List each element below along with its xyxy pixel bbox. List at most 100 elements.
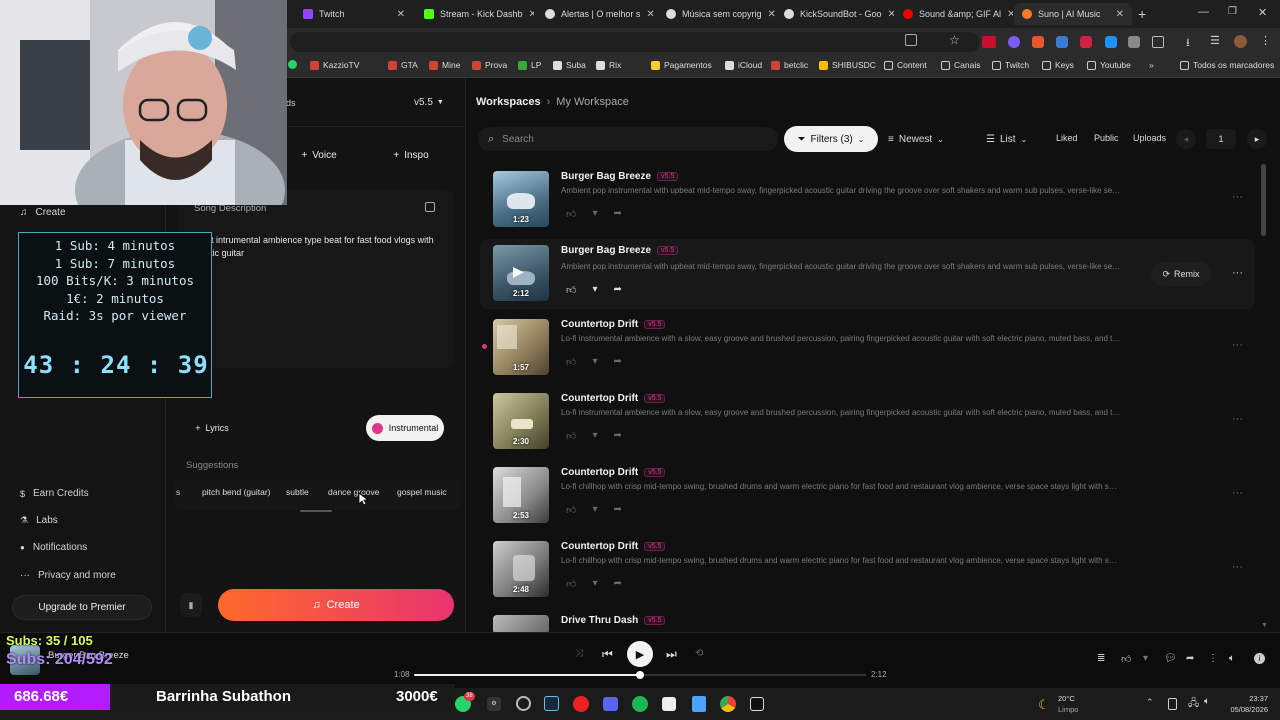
song-row[interactable]: 1:57 Countertop Drift v5.5 Lo-fi instrume… xyxy=(480,317,1255,387)
more-options-icon[interactable]: ··· xyxy=(1232,487,1243,499)
song-title[interactable]: Burger Bag Breeze xyxy=(561,171,651,182)
song-title[interactable]: Countertop Drift xyxy=(561,467,638,478)
prev-page-icon[interactable]: ◂ xyxy=(1176,129,1196,149)
song-thumbnail[interactable]: 2:53 xyxy=(493,467,549,523)
dislike-icon[interactable]: ▾ xyxy=(1143,653,1148,664)
app-icon[interactable] xyxy=(516,696,531,711)
comment-icon[interactable]: 💬︎ xyxy=(1164,653,1177,664)
close-icon[interactable]: ✕ xyxy=(1007,9,1013,20)
song-thumbnail[interactable]: 1:57 xyxy=(493,319,549,375)
like-icon[interactable]: 👍︎ xyxy=(566,356,576,368)
extension-icon[interactable] xyxy=(1056,36,1068,48)
filter-uploads[interactable]: Uploads xyxy=(1133,133,1166,143)
app-icon[interactable] xyxy=(750,697,764,711)
bookmark-item[interactable]: Prova xyxy=(472,60,507,70)
bookmark-folder[interactable]: Canais xyxy=(941,60,980,70)
upgrade-button[interactable]: Upgrade to Premier xyxy=(12,595,152,620)
share-icon[interactable]: ➦ xyxy=(1186,653,1194,664)
shuffle-icon[interactable]: ⤨ xyxy=(575,648,583,659)
close-icon[interactable]: ✕ xyxy=(397,9,405,20)
sidebar-item-create[interactable]: ♫ Create xyxy=(20,207,66,218)
extension-icon[interactable] xyxy=(1128,36,1140,48)
suggestion-chip[interactable]: dance groove xyxy=(328,487,380,497)
next-icon[interactable]: ⏭ xyxy=(666,647,677,662)
bookmark-item[interactable]: KazzioTV xyxy=(310,60,359,70)
share-icon[interactable]: ➦ xyxy=(613,356,621,368)
breadcrumb-root[interactable]: Workspaces xyxy=(476,96,541,108)
song-title[interactable]: Countertop Drift xyxy=(561,393,638,404)
dislike-icon[interactable]: ▾ xyxy=(592,356,597,368)
extension-icon[interactable] xyxy=(1080,36,1092,48)
extension-icon[interactable] xyxy=(1032,36,1044,48)
expand-icon[interactable] xyxy=(425,202,435,212)
share-icon[interactable]: ➦ xyxy=(613,430,621,442)
chevron-up-icon[interactable]: ⌃ xyxy=(1146,697,1154,708)
page-number[interactable]: 1 xyxy=(1206,129,1236,149)
more-options-icon[interactable]: ··· xyxy=(1232,267,1243,279)
chrome-icon[interactable] xyxy=(720,696,736,712)
remix-button[interactable]: ⟳ Remix xyxy=(1151,262,1211,286)
app-icon[interactable] xyxy=(603,697,618,711)
translate-icon[interactable] xyxy=(905,34,917,46)
song-row[interactable]: ▶ 2:12 Burger Bag Breeze v5.5 Ambient pop … xyxy=(480,239,1255,309)
dislike-icon[interactable]: ▾ xyxy=(592,430,597,442)
extension-icon[interactable] xyxy=(1008,36,1020,48)
app-icon[interactable] xyxy=(662,697,676,711)
more-options-icon[interactable]: ··· xyxy=(1232,413,1243,425)
app-icon[interactable] xyxy=(692,696,706,712)
dislike-icon[interactable]: ▾ xyxy=(592,578,597,590)
play-icon[interactable]: ▶ xyxy=(513,263,524,280)
bookmark-folder[interactable]: Youtube xyxy=(1087,60,1131,70)
song-thumbnail[interactable]: 1:23 xyxy=(493,171,549,227)
menu-icon[interactable]: ⋮ xyxy=(1260,34,1271,47)
create-button[interactable]: ♫ Create xyxy=(218,589,454,621)
spotify-icon[interactable] xyxy=(632,696,648,712)
info-icon[interactable]: i xyxy=(1254,653,1265,664)
filters-button[interactable]: ⏷ Filters (3) ⌄ xyxy=(784,126,878,152)
suggestion-chip[interactable]: gospel music xyxy=(397,487,447,497)
bookmark-item[interactable]: Rix xyxy=(596,60,621,70)
filter-public[interactable]: Public xyxy=(1094,133,1119,143)
repeat-icon[interactable]: ⟲ xyxy=(695,648,703,659)
address-bar[interactable] xyxy=(290,32,980,52)
tab-suno[interactable]: Suno | AI Music ✕ xyxy=(1014,3,1132,25)
sidebar-item-notifications[interactable]: ● Notifications xyxy=(20,542,87,553)
share-icon[interactable]: ➦ xyxy=(613,284,621,296)
suggestion-chip[interactable]: subtle xyxy=(286,487,309,497)
close-icon[interactable]: ✕ xyxy=(888,9,894,20)
bookmark-folder[interactable]: Twitch xyxy=(992,60,1029,70)
tray-icon[interactable] xyxy=(1168,698,1177,710)
suggestions-scrollbar[interactable] xyxy=(300,510,332,512)
like-icon[interactable]: 👍︎ xyxy=(566,578,576,590)
version-select[interactable]: v5.5 ▼ xyxy=(414,97,444,108)
bookmark-item[interactable]: Suba xyxy=(553,60,586,70)
steam-icon[interactable] xyxy=(544,696,559,711)
star-icon[interactable]: ☆ xyxy=(949,33,960,47)
volume-icon[interactable]: 🔈︎ xyxy=(1204,696,1210,707)
network-icon[interactable]: 🖧︎ xyxy=(1188,696,1199,713)
song-row[interactable]: 2:53 Countertop Drift v5.5 Lo-fi chillhop… xyxy=(480,465,1255,535)
next-page-icon[interactable]: ▸ xyxy=(1247,129,1267,149)
restore-icon[interactable]: ❐ xyxy=(1228,6,1237,17)
tab-kick[interactable]: Stream - Kick Dashb ✕ xyxy=(416,3,534,25)
dislike-icon[interactable]: ▾ xyxy=(592,284,597,296)
search-input[interactable]: ⌕ Search xyxy=(478,127,778,151)
song-title[interactable]: Drive Thru Dash xyxy=(561,615,638,626)
previous-icon[interactable]: ⏮ xyxy=(602,647,613,662)
song-thumbnail[interactable]: ▶ 2:12 xyxy=(493,245,549,301)
bookmark-item[interactable]: GTA xyxy=(388,60,418,70)
bookmark-item[interactable]: LP xyxy=(518,60,541,70)
voice-button[interactable]: + Voice xyxy=(290,143,348,167)
volume-icon[interactable]: 🔈︎ xyxy=(1229,653,1235,664)
like-icon[interactable]: 👍︎ xyxy=(566,284,576,296)
scrollbar-thumb[interactable] xyxy=(1261,164,1266,236)
view-select[interactable]: ☰ List ⌄ xyxy=(986,126,1046,152)
sidebar-item-earn-credits[interactable]: $ Earn Credits xyxy=(20,488,89,499)
suggestion-chip[interactable]: pitch bend (guitar) xyxy=(202,487,271,497)
more-options-icon[interactable]: ··· xyxy=(1232,339,1243,351)
sort-select[interactable]: ≡ Newest ⌄ xyxy=(888,126,968,152)
like-icon[interactable]: 👍︎ xyxy=(1121,653,1131,665)
progress-track[interactable] xyxy=(414,671,866,679)
app-icon[interactable]: ⚙ xyxy=(487,697,501,711)
play-pause-button[interactable]: ▶ xyxy=(627,641,653,667)
